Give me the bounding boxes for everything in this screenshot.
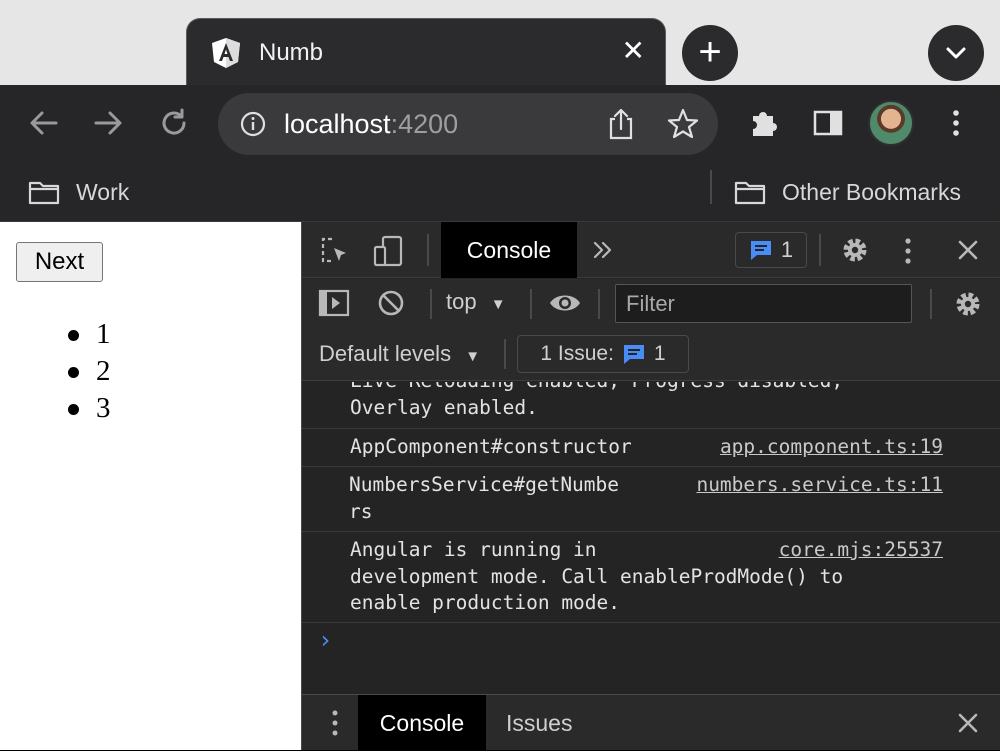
folder-icon <box>734 181 766 205</box>
log-text: AppComponent#constructor <box>350 435 632 458</box>
tab-strip: Numb ✕ + <box>0 0 1000 85</box>
log-text: Angular is running in development mode. … <box>350 538 844 614</box>
toolbar-divider <box>819 234 821 266</box>
console-prompt-icon[interactable]: › <box>318 626 332 654</box>
console-message: Angular is running in development mode. … <box>302 532 1000 623</box>
toolbar-divider <box>430 289 432 319</box>
address-bar[interactable]: localhost:4200 <box>218 93 718 155</box>
profile-avatar[interactable] <box>868 100 914 146</box>
toolbar-divider <box>530 289 532 319</box>
close-tab-icon[interactable]: ✕ <box>622 37 645 65</box>
console-message: AppComponent#constructor app.component.t… <box>302 429 1000 467</box>
drawer-menu-icon[interactable] <box>329 709 341 737</box>
issue-chip-label: 1 Issue: <box>540 342 614 365</box>
console-settings-gear-icon[interactable] <box>953 289 983 319</box>
more-menu-icon[interactable] <box>942 105 970 141</box>
toolbar-divider <box>598 289 600 319</box>
chevron-down-icon <box>946 47 966 59</box>
console-toolbar: top ▼ <box>302 279 1000 327</box>
url-port: :4200 <box>390 109 459 139</box>
list-item: 2 <box>60 353 111 390</box>
numbers-list: 1 2 3 <box>60 316 111 427</box>
caret-down-icon: ▼ <box>465 348 481 365</box>
context-value: top <box>446 289 477 314</box>
tab-console[interactable]: Console <box>441 222 577 278</box>
new-tab-button[interactable]: + <box>682 25 738 81</box>
issues-count: 1 <box>780 237 794 262</box>
issues-badge[interactable]: 1 <box>735 232 807 268</box>
toolbar-divider <box>427 234 429 266</box>
side-panel-icon[interactable] <box>812 107 844 139</box>
toolbar-divider <box>504 339 506 369</box>
extensions-puzzle-icon[interactable] <box>746 105 782 141</box>
bookmarks-bar: Work Other Bookmarks <box>0 162 1000 222</box>
log-levels-select[interactable]: Default levels ▼ <box>319 341 480 367</box>
device-toolbar-icon[interactable] <box>372 234 406 268</box>
more-tabs-chevron-icon[interactable] <box>592 239 614 261</box>
bookmark-folder-work[interactable]: Work <box>28 172 129 212</box>
devtools-tabbar: Console 1 <box>302 222 1000 278</box>
devtools-panel: Console 1 top ▼ Filter Default levels ▼ … <box>301 222 1000 751</box>
eye-icon[interactable] <box>548 290 582 316</box>
drawer-tab-console[interactable]: Console <box>358 695 486 751</box>
bookmark-label: Work <box>76 178 130 205</box>
reload-icon[interactable] <box>156 105 192 141</box>
bookmark-label: Other Bookmarks <box>782 178 961 205</box>
bookmarks-divider <box>710 170 712 204</box>
levels-label: Default levels <box>319 341 452 366</box>
filter-input[interactable] <box>615 284 912 323</box>
back-arrow-icon[interactable] <box>26 105 62 141</box>
console-message: NumbersService#getNumbe rs numbers.servi… <box>302 467 1000 532</box>
log-source-link[interactable]: numbers.service.ts:11 <box>696 472 943 499</box>
next-button[interactable]: Next <box>16 242 103 282</box>
caret-down-icon: ▼ <box>490 296 506 313</box>
message-icon <box>623 345 644 364</box>
context-select[interactable]: top ▼ <box>446 289 506 315</box>
drawer-tab-issues[interactable]: Issues <box>506 710 572 737</box>
toolbar-divider <box>930 289 932 319</box>
devtools-menu-icon[interactable] <box>902 236 914 266</box>
inspect-element-icon[interactable] <box>320 236 350 266</box>
log-source-link[interactable]: app.component.ts:19 <box>720 434 943 461</box>
devtools-drawer: Console Issues <box>302 694 1000 751</box>
log-text: Live Reloading enabled, Progress disable… <box>350 382 843 419</box>
console-messages: Live Reloading enabled, Progress disable… <box>302 382 1000 694</box>
console-message: Live Reloading enabled, Progress disable… <box>302 382 1000 429</box>
close-drawer-icon[interactable] <box>957 712 979 734</box>
close-devtools-icon[interactable] <box>957 239 979 261</box>
message-icon <box>750 241 771 260</box>
bookmark-folder-other[interactable]: Other Bookmarks <box>734 172 961 212</box>
log-source-link[interactable]: core.mjs:25537 <box>779 537 943 564</box>
issue-chip-count: 1 <box>653 342 666 365</box>
forward-arrow-icon[interactable] <box>90 105 126 141</box>
list-item: 3 <box>60 390 111 427</box>
angular-logo-icon <box>212 38 240 68</box>
sidebar-toggle-icon[interactable] <box>318 288 350 318</box>
issues-chip[interactable]: 1 Issue: 1 <box>517 335 689 373</box>
folder-icon <box>28 181 60 205</box>
url-text: localhost:4200 <box>284 109 458 140</box>
tab-title: Numb <box>259 39 324 66</box>
tab-search-button[interactable] <box>928 25 984 81</box>
info-icon[interactable] <box>240 111 266 137</box>
list-item: 1 <box>60 316 111 353</box>
bookmark-star-icon[interactable] <box>666 107 700 141</box>
clear-console-icon[interactable] <box>377 289 405 317</box>
browser-tab[interactable]: Numb ✕ <box>186 18 666 85</box>
settings-gear-icon[interactable] <box>840 235 870 265</box>
browser-toolbar: localhost:4200 <box>0 85 1000 162</box>
share-icon[interactable] <box>606 107 636 141</box>
page-viewport: Next 1 2 3 <box>0 222 301 750</box>
log-text: NumbersService#getNumbe rs <box>349 473 620 523</box>
console-levels-bar: Default levels ▼ 1 Issue: 1 <box>302 327 1000 381</box>
url-host: localhost <box>284 109 391 139</box>
